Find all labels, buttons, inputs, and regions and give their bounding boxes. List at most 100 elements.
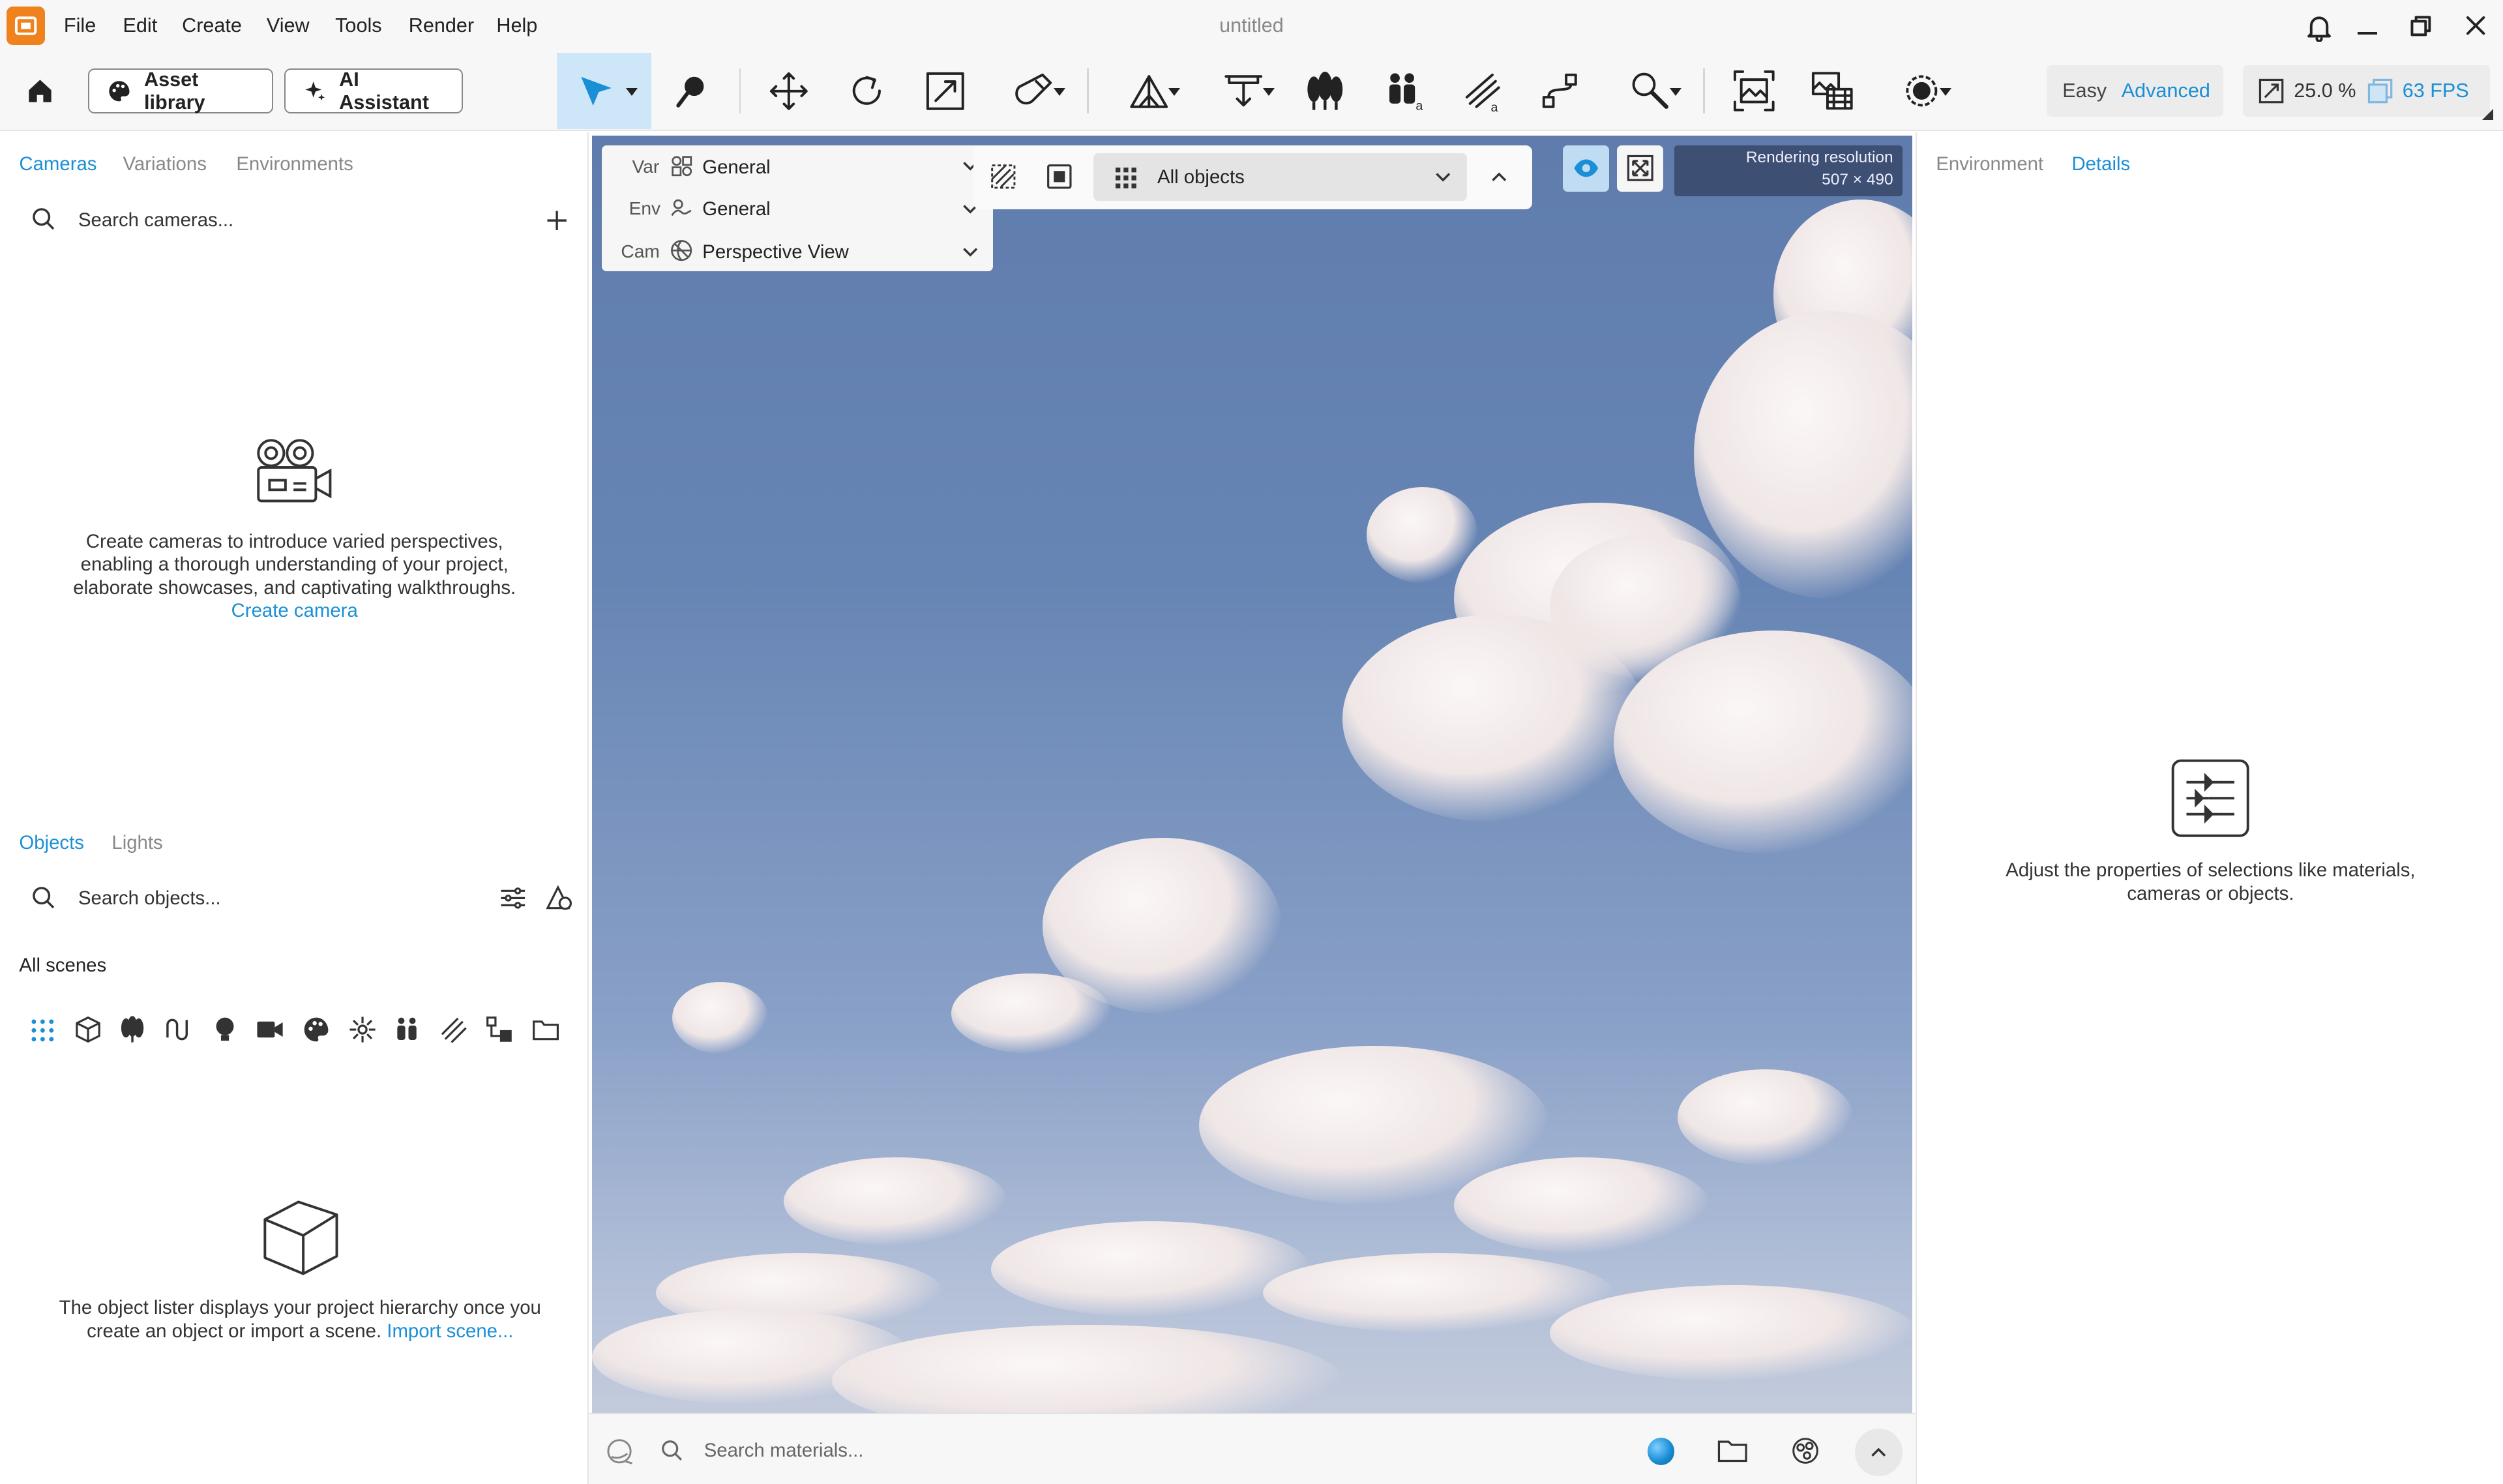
scene-scope-label[interactable]: All scenes bbox=[19, 955, 106, 977]
minimize-window-button[interactable] bbox=[2358, 31, 2377, 35]
tab-environments[interactable]: Environments bbox=[236, 153, 353, 175]
expand-material-bar-button[interactable] bbox=[1854, 1428, 1903, 1477]
objects-empty-text: The object lister displays your project … bbox=[0, 1296, 600, 1343]
add-camera-icon[interactable] bbox=[546, 209, 568, 231]
snap-magnet-tool-button[interactable] bbox=[998, 65, 1068, 116]
tab-cameras[interactable]: Cameras bbox=[19, 153, 96, 175]
shapes-filter-icon[interactable] bbox=[544, 884, 573, 912]
folder-icon[interactable] bbox=[531, 1015, 560, 1044]
notification-bell-icon[interactable] bbox=[2305, 13, 2333, 42]
spline-tool-icon[interactable] bbox=[1535, 65, 1583, 116]
palette-icon bbox=[108, 80, 130, 102]
vegetation-tool-icon[interactable] bbox=[1301, 65, 1348, 116]
object-search-input[interactable]: Search objects... bbox=[78, 887, 221, 910]
import-scene-link[interactable]: Import scene... bbox=[387, 1320, 513, 1342]
asset-library-button[interactable]: Asset library bbox=[87, 68, 273, 113]
material-library-icon[interactable] bbox=[1791, 1436, 1820, 1465]
measure-icon bbox=[1130, 75, 1168, 108]
all-types-grid-icon[interactable] bbox=[31, 1018, 55, 1043]
filter-sliders-icon[interactable] bbox=[499, 886, 527, 910]
svg-text:a: a bbox=[1416, 99, 1423, 113]
visibility-toggle-button[interactable] bbox=[1562, 145, 1609, 192]
object-filter-value: All objects bbox=[1157, 166, 1245, 188]
variation-select[interactable]: General bbox=[702, 156, 770, 179]
menu-create[interactable]: Create bbox=[182, 14, 242, 37]
paint-brush-tool-icon[interactable] bbox=[670, 65, 712, 116]
rendering-resolution-badge: Rendering resolution 507 × 490 bbox=[1674, 145, 1903, 197]
perspective-icon bbox=[671, 240, 692, 261]
hide-selection-icon[interactable] bbox=[990, 163, 1017, 190]
menu-tools[interactable]: Tools bbox=[335, 14, 381, 37]
chevron-down-icon[interactable] bbox=[962, 247, 978, 258]
mode-easy-button[interactable]: Easy bbox=[2062, 80, 2107, 102]
menu-edit[interactable]: Edit bbox=[123, 14, 158, 37]
tab-variations[interactable]: Variations bbox=[123, 153, 207, 175]
restore-window-button[interactable] bbox=[2410, 16, 2431, 37]
object-filter-dropdown[interactable]: All objects bbox=[1093, 153, 1467, 201]
tab-lights[interactable]: Lights bbox=[111, 832, 162, 854]
particle-emitter-icon[interactable] bbox=[348, 1015, 377, 1044]
camera-view-select[interactable]: Perspective View bbox=[702, 241, 849, 263]
move-tool-icon[interactable] bbox=[766, 65, 811, 116]
material-palette-icon[interactable] bbox=[302, 1015, 331, 1044]
close-window-button[interactable] bbox=[2465, 14, 2487, 37]
video-camera-icon[interactable] bbox=[256, 1015, 284, 1044]
people-icon[interactable] bbox=[392, 1015, 421, 1044]
menu-view[interactable]: View bbox=[267, 14, 310, 37]
objects-empty-line: The object lister displays your project … bbox=[59, 1297, 541, 1318]
menu-render[interactable]: Render bbox=[409, 14, 474, 37]
measure-tool-button[interactable] bbox=[1114, 65, 1185, 116]
place-tool-button[interactable] bbox=[1208, 65, 1279, 116]
menu-bar: File Edit Create View Tools Render Help … bbox=[0, 0, 2503, 53]
rotate-tool-icon[interactable] bbox=[844, 65, 889, 116]
fit-view-button[interactable] bbox=[1617, 145, 1664, 192]
tab-objects[interactable]: Objects bbox=[19, 832, 84, 854]
chevron-up-icon[interactable] bbox=[1491, 171, 1507, 182]
light-bulb-icon[interactable] bbox=[211, 1015, 239, 1044]
folder-icon[interactable] bbox=[1717, 1438, 1748, 1463]
material-preview-sphere-icon[interactable] bbox=[1647, 1438, 1675, 1466]
environment-select[interactable]: General bbox=[702, 198, 770, 220]
group-nodes-icon[interactable] bbox=[485, 1015, 514, 1044]
fps-value: 63 FPS bbox=[2402, 80, 2469, 102]
tab-environment[interactable]: Environment bbox=[1936, 153, 2043, 175]
select-tool-button[interactable] bbox=[557, 52, 651, 130]
create-camera-link[interactable]: Create camera bbox=[0, 599, 589, 623]
tree-icon[interactable] bbox=[118, 1015, 147, 1044]
clipping-plane-icon[interactable] bbox=[439, 1015, 467, 1044]
home-icon[interactable] bbox=[19, 65, 61, 116]
variation-icon bbox=[672, 156, 692, 177]
people-tool-icon[interactable]: a bbox=[1381, 65, 1429, 116]
render-image-icon[interactable] bbox=[1730, 65, 1778, 116]
tab-details[interactable]: Details bbox=[2071, 153, 2130, 175]
sky-cloud bbox=[1550, 1284, 1913, 1381]
properties-sliders-icon bbox=[2171, 759, 2249, 837]
search-icon bbox=[33, 887, 55, 909]
chevron-down-icon bbox=[1262, 87, 1275, 96]
rendering-resolution-label: Rendering resolution bbox=[1745, 148, 1893, 166]
mode-advanced-button[interactable]: Advanced bbox=[2122, 80, 2210, 102]
performance-widget[interactable]: 25.0 % 63 FPS bbox=[2242, 65, 2494, 120]
menu-help[interactable]: Help bbox=[496, 14, 537, 37]
left-panel: Cameras Variations Environments Search c… bbox=[0, 132, 589, 1484]
isolate-selection-icon[interactable] bbox=[1046, 163, 1073, 190]
record-tool-button[interactable] bbox=[1887, 65, 1957, 116]
cameras-empty-text: Create cameras to introduce varied persp… bbox=[0, 530, 589, 623]
render-movie-icon[interactable] bbox=[1809, 65, 1856, 116]
chevron-down-icon bbox=[1939, 87, 1951, 96]
asset-library-label: Asset library bbox=[144, 68, 205, 113]
material-ball-icon[interactable] bbox=[605, 1438, 634, 1465]
camera-search-input[interactable]: Search cameras... bbox=[78, 209, 233, 231]
scale-tool-icon[interactable] bbox=[923, 65, 968, 116]
sky-cloud bbox=[1550, 535, 1742, 679]
3d-viewport[interactable]: Var General Env General Cam Perspective … bbox=[592, 136, 1913, 1413]
menu-file[interactable]: File bbox=[64, 14, 96, 37]
arrow-cursor-icon bbox=[581, 76, 612, 106]
spline-curve-icon[interactable] bbox=[164, 1015, 193, 1044]
material-search-input[interactable]: Search materials... bbox=[704, 1440, 864, 1462]
cube-icon[interactable] bbox=[74, 1015, 102, 1044]
cutaway-tool-icon[interactable]: a bbox=[1459, 65, 1507, 116]
zoom-tool-button[interactable] bbox=[1616, 65, 1686, 116]
var-label: Var bbox=[632, 156, 660, 177]
ai-assistant-button[interactable]: AI Assistant bbox=[284, 68, 463, 113]
